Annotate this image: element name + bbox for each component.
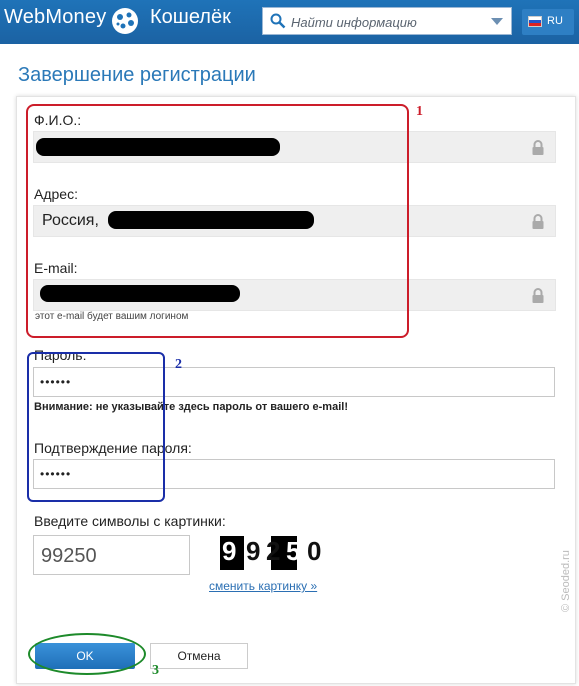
annotation-number: 3 xyxy=(152,663,159,678)
captcha-label: Введите символы с картинки: xyxy=(34,513,226,529)
captcha-input[interactable]: 99250 xyxy=(33,535,190,575)
product-name: Кошелёк xyxy=(150,6,231,28)
lock-icon xyxy=(532,288,544,303)
annotation-number: 2 xyxy=(175,357,182,372)
page-title: Завершение регистрации xyxy=(18,64,256,86)
chevron-down-icon[interactable] xyxy=(491,18,503,25)
top-bar: WebMoney Кошелёк RU xyxy=(0,0,579,44)
captcha-char: 9 xyxy=(246,536,261,566)
captcha-char: 2 xyxy=(266,536,281,566)
annotation-box-red xyxy=(26,104,409,338)
search-input[interactable] xyxy=(289,11,483,33)
cancel-button[interactable]: Отмена xyxy=(150,643,248,669)
search-icon[interactable] xyxy=(270,13,286,29)
captcha-char: 9 xyxy=(222,536,237,566)
webmoney-globe-icon xyxy=(112,8,138,34)
lock-icon xyxy=(532,140,544,155)
refresh-captcha-link[interactable]: сменить картинку » xyxy=(209,579,317,593)
language-selector[interactable]: RU xyxy=(522,9,574,35)
watermark: © Seoded.ru xyxy=(560,550,572,612)
annotation-number: 1 xyxy=(416,104,423,119)
brand-name[interactable]: WebMoney xyxy=(4,6,106,29)
annotation-ellipse-green xyxy=(28,633,146,675)
captcha-image: 9 9 2 5 0 xyxy=(208,532,332,572)
captcha-char: 0 xyxy=(307,536,322,566)
language-code: RU xyxy=(547,15,563,27)
annotation-box-blue xyxy=(27,352,165,502)
captcha-input-value: 99250 xyxy=(41,545,97,567)
russia-flag-icon xyxy=(528,16,542,27)
captcha-char: 5 xyxy=(286,536,301,566)
search-box[interactable] xyxy=(262,7,512,35)
lock-icon xyxy=(532,214,544,229)
